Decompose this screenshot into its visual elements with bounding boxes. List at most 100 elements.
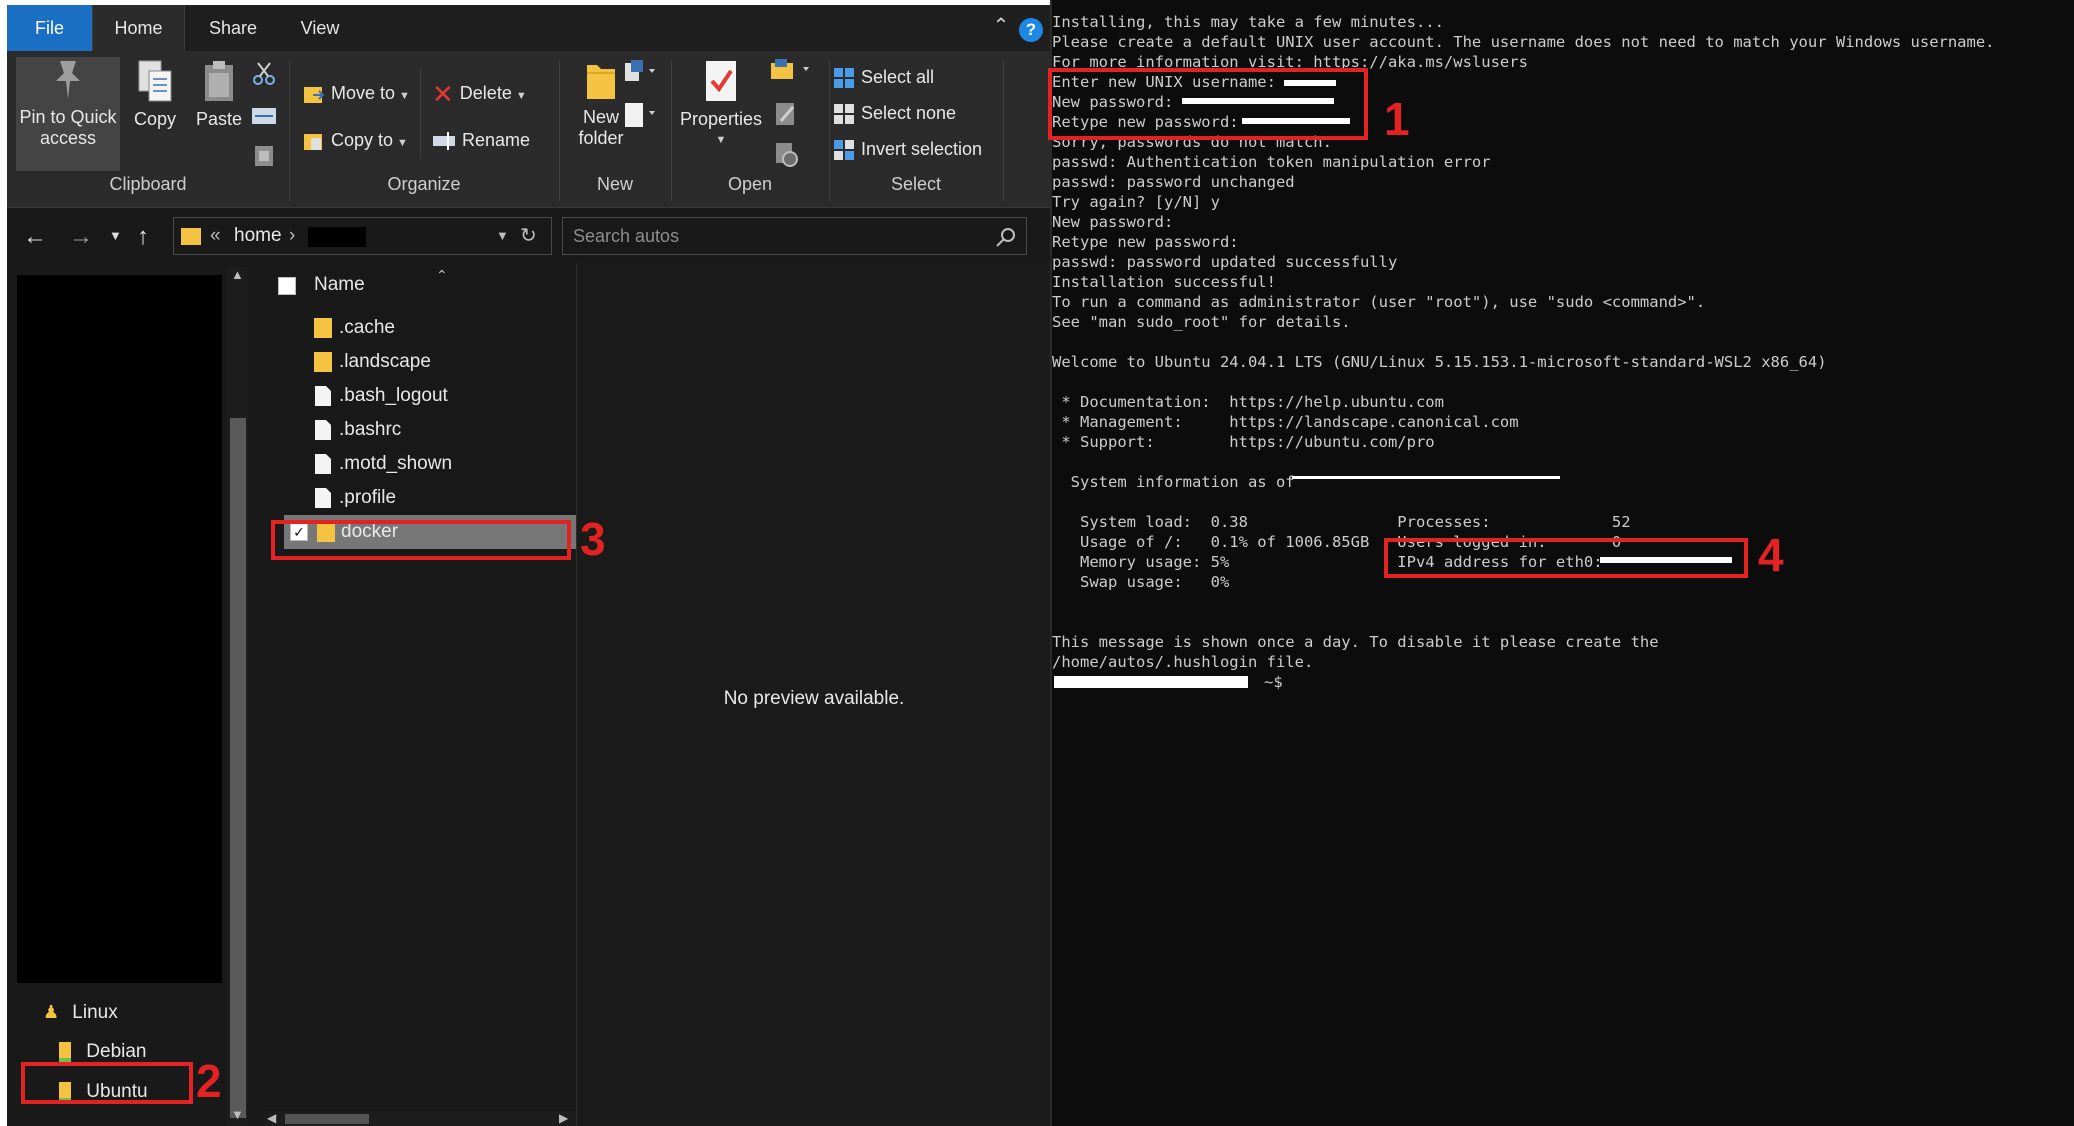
properties-button[interactable]: Properties ▼ — [675, 59, 767, 151]
scroll-left-icon[interactable]: ◀ — [267, 1111, 276, 1125]
scroll-up-icon[interactable]: ▲ — [231, 267, 244, 282]
edit-icon[interactable] — [773, 101, 799, 127]
search-box[interactable] — [562, 217, 1027, 255]
help-icon[interactable]: ? — [1019, 18, 1043, 42]
redacted-date — [1292, 476, 1560, 479]
scrollbar-thumb[interactable] — [285, 1114, 369, 1124]
copy-to-button[interactable]: Copy to ▼ — [303, 126, 408, 154]
history-icon[interactable] — [773, 141, 799, 167]
address-segment-home[interactable]: home — [234, 218, 282, 254]
move-to-icon — [304, 87, 325, 104]
rename-button[interactable]: Rename — [432, 126, 530, 154]
column-header-name[interactable]: Name — [314, 263, 365, 307]
tab-share[interactable]: Share — [195, 5, 271, 51]
copy-to-dropdown-icon: ▼ — [397, 137, 408, 149]
navigation-pane-scrollbar[interactable]: ▲ ▼ — [227, 267, 249, 1126]
up-arrow-icon[interactable]: ↑ — [137, 223, 149, 251]
select-none-button[interactable]: Select none — [833, 99, 956, 127]
address-dropdown-chevron-icon[interactable]: ▼ — [496, 218, 509, 254]
pin-to-quick-access-button[interactable]: Pin to Quick access — [16, 59, 120, 149]
search-input[interactable] — [573, 220, 983, 252]
scrollbar-thumb[interactable] — [230, 418, 246, 1118]
collapse-ribbon-icon[interactable]: ⌃ — [989, 13, 1013, 37]
ribbon-home: Pin to Quick access Copy Paste Clipboard… — [7, 51, 1050, 208]
rename-label: Rename — [462, 130, 531, 150]
list-item[interactable]: .motd_shown — [253, 447, 576, 481]
scroll-down-icon[interactable]: ▼ — [231, 1107, 244, 1122]
recent-locations-chevron-icon[interactable]: ▼ — [109, 228, 122, 243]
paste-button[interactable]: Paste — [189, 59, 249, 130]
copy-label: Copy — [133, 109, 177, 129]
annotation-number-1: 1 — [1384, 93, 1410, 145]
search-icon[interactable] — [995, 226, 1017, 248]
separator — [1003, 61, 1004, 201]
terminal-line: passwd: Authentication token manipulatio… — [1052, 153, 1491, 171]
annotation-box-2 — [21, 1062, 193, 1104]
file-icon — [315, 386, 331, 406]
move-to-label: Move to — [331, 83, 396, 103]
forward-arrow-icon[interactable]: → — [69, 223, 93, 251]
tab-view[interactable]: View — [287, 5, 353, 51]
open-icon[interactable] — [769, 57, 815, 83]
move-to-button[interactable]: Move to ▼ — [303, 79, 410, 107]
file-icon — [315, 420, 331, 440]
cut-icon[interactable] — [251, 61, 277, 87]
copy-button[interactable]: Copy — [127, 59, 183, 130]
back-arrow-icon[interactable]: ← — [23, 223, 47, 251]
no-preview-message: No preview available. — [723, 688, 905, 709]
list-item[interactable]: .landscape — [253, 345, 576, 379]
separator — [420, 69, 421, 159]
list-item[interactable]: .bashrc — [253, 413, 576, 447]
terminal-window[interactable]: Installing, this may take a few minutes.… — [1048, 0, 2074, 1126]
refresh-icon[interactable]: ↻ — [520, 218, 537, 254]
nav-item-linux[interactable]: ♟ Linux — [43, 997, 118, 1027]
address-overflow-chevrons[interactable]: « — [210, 218, 221, 254]
select-all-checkbox[interactable] — [278, 277, 296, 295]
paste-icon — [205, 61, 233, 101]
annotation-box-4 — [1384, 538, 1748, 578]
new-folder-icon — [587, 65, 615, 99]
file-list-horizontal-scrollbar[interactable]: ◀ ▶ — [263, 1111, 576, 1126]
terminal-line: Installation successful! — [1052, 273, 1276, 291]
file-list: Name ⌃ .cache .landscape .bash_logout .b… — [253, 263, 576, 1123]
easy-access-icon[interactable] — [623, 101, 657, 129]
annotation-number-2: 2 — [196, 1055, 222, 1107]
file-name: .profile — [339, 487, 397, 508]
invert-selection-label: Invert selection — [861, 139, 983, 159]
properties-dropdown-icon: ▼ — [715, 134, 727, 146]
paste-shortcut-icon[interactable] — [253, 143, 275, 167]
select-all-button[interactable]: Select all — [833, 63, 934, 91]
terminal-line: /home/autos/.hushlogin file. — [1052, 653, 1314, 671]
terminal-line: passwd: password updated successfully — [1052, 253, 1398, 271]
file-name: .bash_logout — [339, 385, 448, 406]
tab-home[interactable]: Home — [92, 5, 185, 51]
file-name: .cache — [339, 317, 395, 338]
sort-ascending-icon: ⌃ — [436, 267, 448, 283]
invert-selection-button[interactable]: Invert selection — [833, 135, 982, 163]
folder-icon — [314, 318, 332, 338]
copy-icon — [138, 60, 172, 102]
annotation-number-3: 3 — [580, 513, 606, 565]
nav-item-debian-label: Debian — [86, 1041, 147, 1062]
terminal-line: System load: 0.38 Processes: 52 — [1052, 513, 1631, 531]
copy-path-icon[interactable] — [251, 106, 277, 126]
list-item[interactable]: .cache — [253, 311, 576, 345]
tab-file[interactable]: File — [7, 5, 92, 51]
terminal-line: Try again? [y/N] y — [1052, 193, 1220, 211]
terminal-line: passwd: password unchanged — [1052, 173, 1295, 191]
file-name: .bashrc — [339, 419, 402, 440]
new-item-icon[interactable] — [623, 59, 657, 85]
address-separator[interactable]: › — [289, 218, 295, 254]
scroll-right-icon[interactable]: ▶ — [559, 1111, 568, 1125]
delete-label: Delete — [459, 83, 512, 103]
terminal-line: * Management: https://landscape.canonica… — [1052, 413, 1519, 431]
address-bar[interactable]: « home › ▼ ↻ — [173, 217, 552, 255]
delete-button[interactable]: ✕ Delete ▼ — [432, 79, 527, 108]
terminal-line: System information as of — [1052, 473, 1295, 491]
list-item[interactable]: .profile — [253, 481, 576, 515]
folder-icon — [181, 228, 201, 245]
file-name: .landscape — [339, 351, 431, 372]
column-header: Name ⌃ — [253, 263, 576, 307]
list-item[interactable]: .bash_logout — [253, 379, 576, 413]
navigation-bar: ← → ▼ ↑ « home › ▼ ↻ — [7, 213, 1050, 261]
